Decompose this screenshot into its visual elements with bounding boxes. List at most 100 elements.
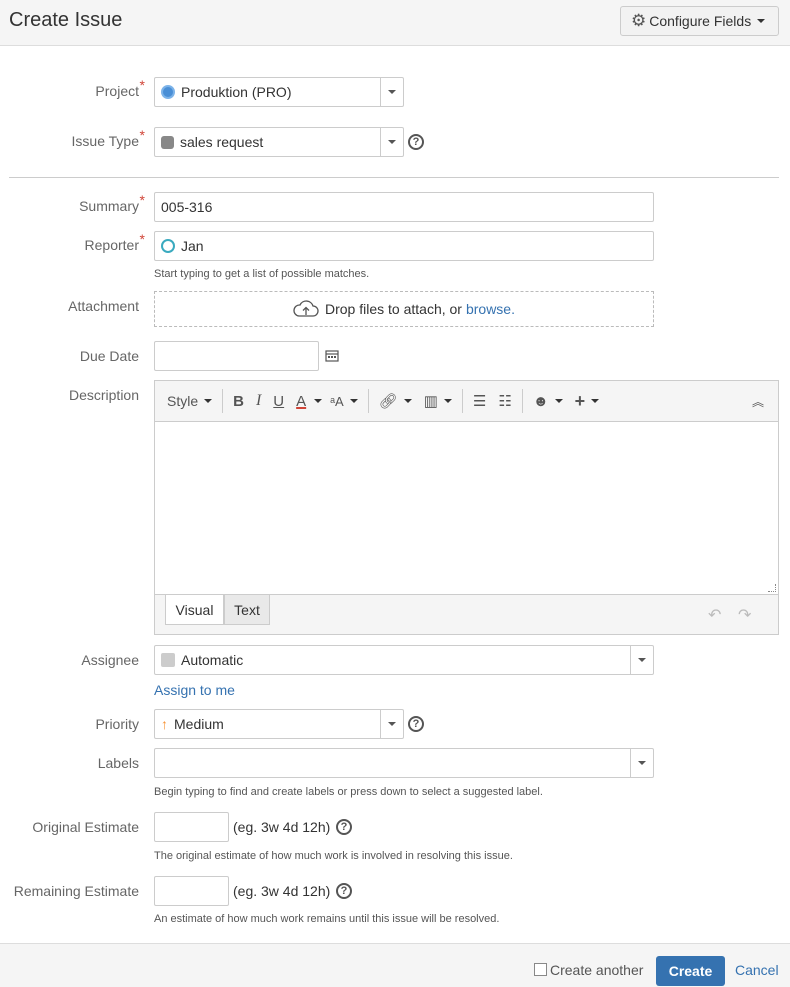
labels-label: Labels bbox=[97, 755, 139, 771]
configure-fields-button[interactable]: ⚙ Configure Fields bbox=[620, 6, 779, 36]
create-another-label[interactable]: Create another bbox=[550, 962, 643, 978]
tab-visual[interactable]: Visual bbox=[165, 595, 224, 625]
issue-type-value: sales request bbox=[180, 134, 264, 150]
insert-more-icon[interactable]: + bbox=[569, 386, 606, 416]
text-effects-icon[interactable]: ᵃA bbox=[324, 386, 364, 416]
chevron-down-icon bbox=[403, 399, 412, 403]
summary-label: Summary * bbox=[79, 192, 145, 214]
cloud-upload-icon bbox=[293, 300, 319, 317]
summary-input[interactable]: 005-316 bbox=[154, 192, 654, 222]
create-another-checkbox[interactable] bbox=[534, 963, 547, 976]
help-icon[interactable]: ? bbox=[408, 134, 424, 150]
help-icon[interactable]: ? bbox=[336, 819, 352, 835]
chevron-down-icon bbox=[591, 399, 600, 403]
help-icon[interactable]: ? bbox=[408, 716, 424, 732]
resize-handle[interactable] bbox=[768, 584, 776, 592]
original-estimate-label: Original Estimate bbox=[32, 819, 139, 835]
toolbar-separator bbox=[222, 389, 224, 413]
toolbar-separator bbox=[367, 389, 369, 413]
cancel-link[interactable]: Cancel bbox=[735, 962, 779, 978]
priority-select[interactable]: ↑ Medium bbox=[154, 709, 404, 739]
emoticon-icon[interactable]: ☻ bbox=[527, 386, 569, 416]
chevron-down-icon bbox=[443, 399, 452, 403]
due-date-label: Due Date bbox=[79, 348, 139, 364]
dialog-header: Create Issue ⚙ Configure Fields bbox=[0, 0, 790, 46]
priority-label: Priority bbox=[95, 716, 139, 732]
original-estimate-example: (eg. 3w 4d 12h) bbox=[233, 819, 331, 835]
chevron-down-icon bbox=[757, 19, 766, 23]
user-avatar-icon bbox=[161, 239, 175, 253]
chevron-down-icon bbox=[388, 90, 396, 94]
chevron-down-icon bbox=[349, 399, 358, 403]
editor-mode-tabs: Visual Text ↶ ↷ bbox=[155, 595, 778, 634]
text-color-icon[interactable]: A bbox=[290, 386, 312, 416]
chevron-down-icon bbox=[554, 399, 563, 403]
project-dropdown-button[interactable] bbox=[380, 78, 403, 106]
reporter-value: Jan bbox=[181, 238, 204, 254]
priority-dropdown-button[interactable] bbox=[380, 710, 403, 738]
tab-text[interactable]: Text bbox=[224, 595, 270, 625]
undo-icon[interactable]: ↶ bbox=[708, 605, 721, 625]
issue-type-dropdown-button[interactable] bbox=[380, 128, 403, 156]
assign-to-me-link[interactable]: Assign to me bbox=[154, 682, 235, 698]
assignee-value: Automatic bbox=[181, 652, 244, 668]
required-marker: * bbox=[139, 127, 145, 143]
underline-icon[interactable]: U bbox=[267, 386, 290, 416]
chevron-down-icon bbox=[388, 140, 396, 144]
issue-type-icon bbox=[161, 135, 174, 149]
due-date-input[interactable] bbox=[154, 341, 319, 371]
description-editor: Style B I U A ᵃA 🔗︎ ▥ ☰ ☷ ☻ + ︽ Visual T… bbox=[154, 380, 779, 635]
chevron-down-icon bbox=[314, 399, 323, 403]
redo-icon[interactable]: ↷ bbox=[738, 605, 751, 625]
text-color-dropdown[interactable] bbox=[312, 386, 324, 416]
project-value: Produktion (PRO) bbox=[181, 84, 292, 100]
reporter-label: Reporter * bbox=[84, 231, 145, 253]
issue-type-label: Issue Type * bbox=[71, 127, 145, 149]
assignee-select[interactable]: Automatic bbox=[154, 645, 654, 675]
original-estimate-input[interactable] bbox=[154, 812, 229, 842]
toolbar-separator bbox=[461, 389, 463, 413]
required-marker: * bbox=[139, 231, 145, 247]
description-label: Description bbox=[68, 387, 139, 403]
collapse-toolbar-icon[interactable]: ︽ bbox=[746, 386, 770, 416]
labels-dropdown-button[interactable] bbox=[630, 749, 653, 777]
assignee-dropdown-button[interactable] bbox=[630, 646, 653, 674]
remaining-estimate-label: Remaining Estimate bbox=[13, 883, 139, 899]
calendar-icon[interactable] bbox=[325, 349, 339, 362]
reporter-input[interactable]: Jan bbox=[154, 231, 654, 261]
attachment-clip-icon[interactable]: ▥ bbox=[418, 386, 458, 416]
chevron-down-icon bbox=[388, 722, 396, 726]
remaining-estimate-input[interactable] bbox=[154, 876, 229, 906]
italic-icon[interactable]: I bbox=[250, 386, 267, 416]
project-icon bbox=[161, 85, 175, 99]
required-marker: * bbox=[139, 192, 145, 208]
create-button[interactable]: Create bbox=[656, 956, 725, 986]
project-select[interactable]: Produktion (PRO) bbox=[154, 77, 404, 107]
gear-icon: ⚙ bbox=[631, 11, 647, 30]
configure-fields-label: Configure Fields bbox=[649, 13, 752, 29]
toolbar-separator bbox=[521, 389, 523, 413]
priority-value: Medium bbox=[174, 716, 224, 732]
project-label: Project * bbox=[95, 77, 145, 99]
bold-icon[interactable]: B bbox=[227, 386, 250, 416]
attachment-drop-text: Drop files to attach, or bbox=[325, 301, 462, 317]
original-estimate-hint: The original estimate of how much work i… bbox=[154, 850, 513, 862]
bullet-list-icon[interactable]: ☰ bbox=[467, 386, 492, 416]
style-dropdown[interactable]: Style bbox=[161, 386, 218, 416]
chevron-down-icon bbox=[204, 399, 213, 403]
assignee-label: Assignee bbox=[81, 652, 139, 668]
labels-hint: Begin typing to find and create labels o… bbox=[154, 786, 543, 798]
attachment-dropzone[interactable]: Drop files to attach, or browse. bbox=[154, 291, 654, 327]
attachment-label: Attachment bbox=[68, 298, 139, 314]
description-textarea[interactable] bbox=[155, 422, 778, 595]
numbered-list-icon[interactable]: ☷ bbox=[492, 386, 517, 416]
link-icon[interactable]: 🔗︎ bbox=[373, 386, 418, 416]
issue-type-select[interactable]: sales request bbox=[154, 127, 404, 157]
labels-input[interactable] bbox=[154, 748, 654, 778]
default-avatar-icon bbox=[161, 653, 175, 667]
browse-link[interactable]: browse. bbox=[466, 301, 515, 317]
summary-value: 005-316 bbox=[161, 199, 213, 215]
reporter-hint: Start typing to get a list of possible m… bbox=[154, 268, 370, 280]
remaining-estimate-hint: An estimate of how much work remains unt… bbox=[154, 913, 500, 925]
help-icon[interactable]: ? bbox=[336, 883, 352, 899]
